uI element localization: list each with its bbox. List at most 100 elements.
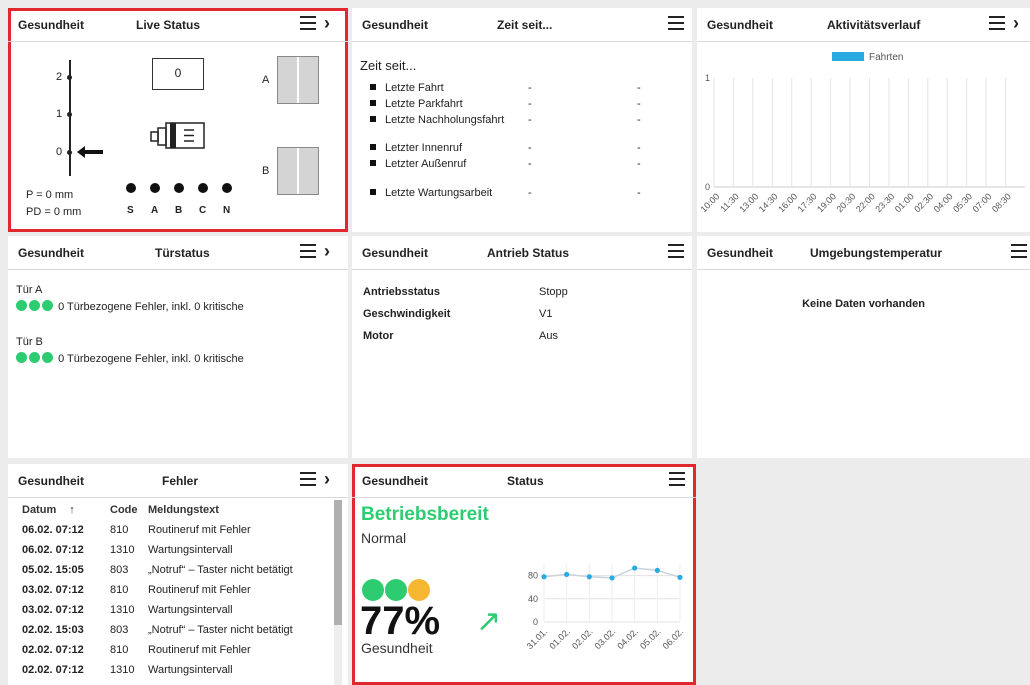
empty-state: Keine Daten vorhanden <box>802 298 925 310</box>
signal-label: S <box>127 205 134 216</box>
error-date: 02.02. 07:12 <box>22 644 84 656</box>
card-header: Gesundheit Umgebungstemperatur <box>697 236 1030 270</box>
drive-key: Motor <box>363 330 394 342</box>
menu-icon[interactable] <box>669 472 685 486</box>
x-tick-label: 04:00 <box>932 191 955 214</box>
health-percent: 77% <box>360 599 441 643</box>
health-dot <box>362 579 384 601</box>
y-tick-label: 80 <box>528 571 538 581</box>
drive-value: Stopp <box>539 286 568 298</box>
column-header-code[interactable]: Code <box>110 500 148 520</box>
menu-icon[interactable] <box>300 244 316 258</box>
table-row[interactable]: 03.02. 07:12 810 Routineruf mit Fehler <box>22 580 293 600</box>
error-date: 05.02. 15:05 <box>22 564 84 576</box>
card-section: Gesundheit <box>18 18 85 32</box>
card-section: Gesundheit <box>362 474 429 488</box>
time-since-value: - <box>528 142 532 154</box>
operational-state: Betriebsbereit <box>361 504 489 525</box>
time-since-label: Letzter Außenruf <box>385 158 467 170</box>
door-error-text: 0 Türbezogene Fehler, inkl. 0 kritische <box>58 301 244 313</box>
table-row[interactable]: 03.02. 07:12 1310 Wartungsintervall <box>22 600 293 620</box>
table-row[interactable]: 06.02. 07:12 810 Routineruf mit Fehler <box>22 520 293 540</box>
time-since-label: Letzte Fahrt <box>385 82 444 94</box>
sort-up-icon[interactable]: ↑ <box>69 504 75 516</box>
menu-icon[interactable] <box>668 16 684 30</box>
time-since-label: Letzte Wartungsarbeit <box>385 187 493 199</box>
table-row[interactable]: 02.02. 07:12 1310 Wartungsintervall <box>22 660 293 680</box>
error-message: Routineruf mit Fehler <box>148 524 251 536</box>
table-row[interactable]: 02.02. 15:03 803 „Notruf“ – Taster nicht b… <box>22 620 293 640</box>
bullet-icon <box>370 116 376 122</box>
card-title: Zeit seit... <box>497 18 553 32</box>
bullet-icon <box>370 160 376 166</box>
health-point <box>609 575 615 581</box>
drive-key: Antriebsstatus <box>363 286 441 298</box>
error-message: „Notruf“ – Taster nicht betätigt <box>148 564 293 576</box>
chevron-right-icon[interactable]: › <box>324 242 330 260</box>
health-point <box>654 567 660 573</box>
error-date: 06.02. 07:12 <box>22 524 84 536</box>
x-tick-label: 05:30 <box>951 191 974 214</box>
health-point <box>677 574 683 580</box>
error-code: 1310 <box>110 604 135 616</box>
column-header-message[interactable]: Meldungstext <box>148 500 293 520</box>
health-trend-chart: 0 40 80 31.01.01.02.02.02.03.02.04.02.05.02… <box>525 564 685 651</box>
motor-icon <box>150 122 205 149</box>
y-tick-label: 40 <box>528 594 538 604</box>
legend-swatch <box>832 52 864 61</box>
live-status-card: Gesundheit Live Status › 2 1 0 0 A B P =… <box>8 8 348 232</box>
signal-label: B <box>175 205 183 216</box>
card-header: Gesundheit Aktivitätsverlauf › <box>697 8 1030 42</box>
table-row[interactable]: 06.02. 07:12 1310 Wartungsintervall <box>22 540 293 560</box>
status-dot <box>16 300 27 311</box>
status-dot <box>42 352 53 363</box>
door-status-card: Gesundheit Türstatus › Tür A 0 Türbezoge… <box>8 236 348 458</box>
time-since-value: - <box>637 142 641 154</box>
floor-dot <box>67 75 72 80</box>
menu-icon[interactable] <box>300 16 316 30</box>
menu-icon[interactable] <box>989 16 1005 30</box>
card-header: Gesundheit Antrieb Status <box>352 236 692 270</box>
x-tick-label: 07:00 <box>971 191 994 214</box>
signal-dot <box>198 183 208 193</box>
time-since-label: Letzter Innenruf <box>385 142 463 154</box>
table-row[interactable]: 02.02. 07:12 810 Routineruf mit Fehler <box>22 640 293 660</box>
error-date: 02.02. 07:12 <box>22 664 84 676</box>
time-since-value: - <box>528 82 532 94</box>
x-tick-label: 10:00 <box>698 191 721 214</box>
table-header-row: Datum ↑ Code Meldungstext <box>22 500 293 520</box>
chevron-right-icon[interactable]: › <box>324 470 330 488</box>
dashboard-grid: Gesundheit Live Status › 2 1 0 0 A B P =… <box>0 0 1030 685</box>
door-name: Tür B <box>16 336 43 348</box>
menu-icon[interactable] <box>300 472 316 486</box>
error-message: Routineruf mit Fehler <box>148 644 251 656</box>
time-since-card: Gesundheit Zeit seit... Zeit seit... Let… <box>352 8 692 232</box>
arrow-left-icon <box>77 146 103 158</box>
card-section: Gesundheit <box>362 246 429 260</box>
time-since-value: - <box>637 187 641 199</box>
error-code: 810 <box>110 644 129 656</box>
table-row[interactable]: 05.02. 15:05 803 „Notruf“ – Taster nicht b… <box>22 560 293 580</box>
scrollbar-thumb[interactable] <box>334 500 342 625</box>
menu-icon[interactable] <box>1011 244 1027 258</box>
column-header-date[interactable]: Datum ↑ <box>22 500 110 520</box>
floor-dot <box>67 112 72 117</box>
error-date: 03.02. 07:12 <box>22 604 84 616</box>
scrollbar-track[interactable] <box>334 500 342 685</box>
signal-dot <box>126 183 136 193</box>
legend-label: Fahrten <box>869 52 903 63</box>
health-point <box>564 571 570 578</box>
error-table: Datum ↑ Code Meldungstext 06.02. 07:12 81… <box>22 500 293 680</box>
door-a-label: A <box>262 74 270 86</box>
status-dot <box>42 300 53 311</box>
card-header: Gesundheit Zeit seit... <box>352 8 692 42</box>
card-title: Status <box>507 474 544 488</box>
card-header: Gesundheit Status <box>352 464 696 498</box>
menu-icon[interactable] <box>668 244 684 258</box>
card-section: Gesundheit <box>18 246 85 260</box>
chevron-right-icon[interactable]: › <box>1013 14 1019 32</box>
chevron-right-icon[interactable]: › <box>324 14 330 32</box>
error-message: Routineruf mit Fehler <box>148 584 251 596</box>
time-since-value: - <box>637 98 641 110</box>
door-b-label: B <box>262 165 270 177</box>
